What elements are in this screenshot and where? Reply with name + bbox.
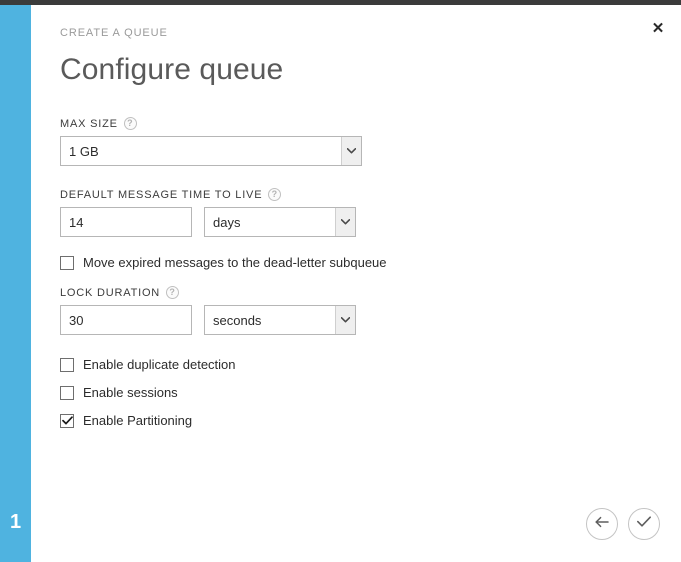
- checkbox-sessions[interactable]: Enable sessions: [60, 385, 660, 400]
- page-title: Configure queue: [60, 53, 284, 86]
- wizard-step-number: 1: [9, 511, 22, 533]
- checkbox-box: [60, 255, 74, 270]
- checkbox-box: [60, 413, 74, 428]
- field-lock-duration: LOCK DURATION ? 30 seconds: [60, 286, 660, 335]
- field-default-ttl: DEFAULT MESSAGE TIME TO LIVE ? 14 days: [60, 188, 660, 237]
- blade-content: ✕ CREATE A QUEUE Configure queue MAX SIZ…: [31, 5, 681, 562]
- default-ttl-row: 14 days: [60, 207, 660, 237]
- chevron-down-icon: [335, 306, 355, 334]
- lock-duration-label-row: LOCK DURATION ?: [60, 286, 660, 299]
- close-icon[interactable]: ✕: [645, 15, 671, 41]
- confirm-button[interactable]: [628, 508, 660, 540]
- checkbox-duplicate-detection-label: Enable duplicate detection: [83, 357, 236, 372]
- checkbox-dead-letter[interactable]: Move expired messages to the dead-letter…: [60, 255, 660, 270]
- help-icon[interactable]: ?: [123, 117, 137, 130]
- max-size-select[interactable]: 1 GB: [60, 136, 362, 166]
- lock-duration-unit-select[interactable]: seconds: [204, 305, 356, 335]
- help-icon[interactable]: ?: [166, 286, 180, 299]
- blade-header: CREATE A QUEUE Configure queue: [60, 27, 283, 87]
- checkbox-duplicate-detection[interactable]: Enable duplicate detection: [60, 357, 660, 372]
- lock-duration-unit-value: seconds: [213, 312, 262, 328]
- lock-duration-label: LOCK DURATION: [60, 286, 161, 299]
- back-button[interactable]: [586, 508, 618, 540]
- default-ttl-label: DEFAULT MESSAGE TIME TO LIVE: [60, 188, 263, 201]
- create-queue-blade: 1 ✕ CREATE A QUEUE Configure queue MAX S…: [0, 0, 681, 562]
- default-ttl-unit-value: days: [213, 214, 241, 230]
- chevron-down-icon: [341, 137, 361, 165]
- max-size-label: MAX SIZE: [60, 117, 118, 130]
- default-ttl-label-row: DEFAULT MESSAGE TIME TO LIVE ?: [60, 188, 660, 201]
- lock-duration-input[interactable]: 30: [60, 305, 192, 335]
- chevron-down-icon: [335, 208, 355, 236]
- checkbox-partitioning-label: Enable Partitioning: [83, 413, 193, 428]
- max-size-row: 1 GB: [60, 136, 660, 166]
- check-icon: [636, 515, 652, 533]
- breadcrumb: CREATE A QUEUE: [60, 27, 168, 39]
- wizard-step-rail: 1: [0, 5, 31, 562]
- configure-queue-form: MAX SIZE ? 1 GB DEFAULT MESSAGE TIME TO …: [60, 117, 660, 428]
- checkbox-sessions-label: Enable sessions: [83, 385, 178, 400]
- max-size-value: 1 GB: [69, 143, 99, 159]
- checkbox-box: [60, 357, 74, 372]
- default-ttl-input[interactable]: 14: [60, 207, 192, 237]
- help-icon[interactable]: ?: [268, 188, 282, 201]
- checkbox-box: [60, 385, 74, 400]
- checkbox-dead-letter-label: Move expired messages to the dead-letter…: [83, 255, 387, 270]
- wizard-footer-nav: [586, 508, 660, 540]
- lock-duration-row: 30 seconds: [60, 305, 660, 335]
- checkbox-partitioning[interactable]: Enable Partitioning: [60, 413, 660, 428]
- max-size-label-row: MAX SIZE ?: [60, 117, 660, 130]
- default-ttl-unit-select[interactable]: days: [204, 207, 356, 237]
- field-max-size: MAX SIZE ? 1 GB: [60, 117, 660, 166]
- arrow-left-icon: [594, 515, 610, 534]
